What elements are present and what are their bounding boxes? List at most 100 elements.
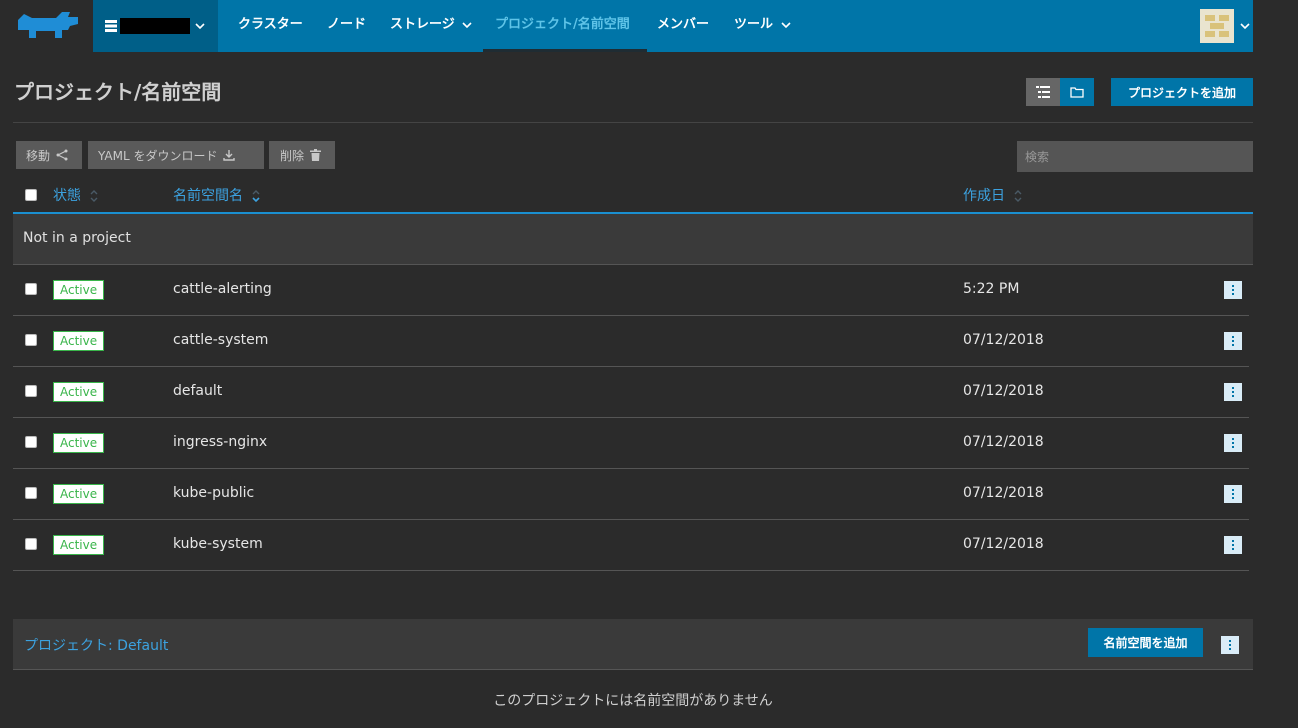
table-row: Active cattle-system 07/12/2018 (13, 316, 1249, 367)
namespace-name[interactable]: kube-system (173, 536, 263, 552)
row-checkbox[interactable] (25, 385, 37, 397)
row-checkbox[interactable] (25, 487, 37, 499)
project-actions-button[interactable] (1221, 636, 1239, 654)
table-row: Active default 07/12/2018 (13, 367, 1249, 418)
row-actions-button[interactable] (1224, 383, 1242, 401)
project-link-default[interactable]: プロジェクト: Default (24, 635, 168, 655)
namespace-name[interactable]: cattle-system (173, 332, 268, 348)
nav-clusters[interactable]: クラスター (238, 0, 303, 52)
table-row: Active kube-system 07/12/2018 (13, 520, 1249, 571)
empty-message: このプロジェクトには名前空間がありません (493, 693, 773, 709)
avatar (1200, 9, 1234, 43)
server-icon (105, 20, 117, 32)
kebab-icon (1232, 284, 1234, 296)
divider (13, 122, 1253, 123)
select-all-checkbox[interactable] (25, 189, 37, 201)
search-input[interactable] (1017, 141, 1253, 172)
status-badge: Active (53, 535, 105, 555)
add-project-button[interactable]: プロジェクトを追加 (1111, 78, 1253, 106)
column-created-label: 作成日 (963, 188, 1005, 204)
view-toggle (1026, 78, 1094, 106)
row-actions-button[interactable] (1224, 485, 1242, 503)
created-date: 07/12/2018 (963, 485, 1044, 501)
delete-label: 削除 (280, 148, 305, 163)
group-row-no-project: Not in a project (13, 214, 1253, 265)
nav-projects-label: プロジェクト/名前空間 (495, 17, 630, 32)
main-nav: クラスター ノード ストレージ プロジェクト/名前空間 メンバー ツール (93, 0, 1253, 52)
column-header-name[interactable]: 名前空間名 (173, 185, 261, 205)
rancher-logo-icon[interactable] (12, 8, 82, 44)
nav-members[interactable]: メンバー (657, 0, 709, 52)
trash-icon (310, 149, 322, 161)
chevron-down-icon (1240, 23, 1250, 30)
kebab-icon (1232, 539, 1234, 551)
column-state-label: 状態 (53, 188, 81, 204)
move-label: 移動 (26, 148, 51, 163)
sort-icon (1014, 190, 1022, 202)
nav-storage-label: ストレージ (390, 17, 455, 32)
nav-projects-namespaces[interactable]: プロジェクト/名前空間 (483, 0, 647, 52)
row-actions-button[interactable] (1224, 434, 1242, 452)
namespace-name[interactable]: kube-public (173, 485, 254, 501)
download-icon (223, 150, 236, 161)
column-header-state[interactable]: 状態 (53, 185, 99, 205)
row-actions-button[interactable] (1224, 332, 1242, 350)
delete-button[interactable]: 削除 (269, 141, 335, 169)
column-name-label: 名前空間名 (173, 188, 243, 204)
cluster-name-redacted (120, 18, 190, 34)
top-header: クラスター ノード ストレージ プロジェクト/名前空間 メンバー ツール (0, 0, 1253, 52)
row-checkbox[interactable] (25, 538, 37, 550)
project-group-row: プロジェクト: Default 名前空間を追加 (13, 619, 1253, 670)
created-date: 5:22 PM (963, 281, 1020, 297)
kebab-icon (1232, 437, 1234, 449)
nav-tools[interactable]: ツール (734, 0, 791, 52)
namespace-name[interactable]: ingress-nginx (173, 434, 267, 450)
table-row: Active ingress-nginx 07/12/2018 (13, 418, 1249, 469)
namespace-name[interactable]: cattle-alerting (173, 281, 272, 297)
cluster-selector[interactable] (93, 0, 218, 52)
kebab-icon (1229, 639, 1231, 651)
list-view-button[interactable] (1026, 78, 1060, 106)
table-row: Active kube-public 07/12/2018 (13, 469, 1249, 520)
row-checkbox[interactable] (25, 334, 37, 346)
created-date: 07/12/2018 (963, 332, 1044, 348)
status-badge: Active (53, 433, 105, 453)
page-title: プロジェクト/名前空間 (14, 80, 222, 104)
status-badge: Active (53, 280, 105, 300)
folder-view-button[interactable] (1060, 78, 1094, 106)
created-date: 07/12/2018 (963, 383, 1044, 399)
status-badge: Active (53, 331, 105, 351)
chevron-down-icon (780, 21, 791, 28)
nav-nodes[interactable]: ノード (327, 0, 366, 52)
nav-clusters-label: クラスター (238, 17, 303, 32)
status-badge: Active (53, 484, 105, 504)
list-icon (1036, 86, 1050, 98)
namespace-name[interactable]: default (173, 383, 222, 399)
row-actions-button[interactable] (1224, 281, 1242, 299)
kebab-icon (1232, 488, 1234, 500)
nav-members-label: メンバー (657, 17, 710, 32)
column-header-created[interactable]: 作成日 (963, 185, 1023, 205)
folder-icon (1070, 87, 1084, 98)
kebab-icon (1232, 335, 1234, 347)
sort-icon (90, 190, 98, 202)
table-header: 状態 名前空間名 作成日 (13, 178, 1253, 214)
created-date: 07/12/2018 (963, 434, 1044, 450)
row-actions-button[interactable] (1224, 536, 1242, 554)
kebab-icon (1232, 386, 1234, 398)
nav-storage[interactable]: ストレージ (390, 0, 472, 52)
user-menu[interactable] (1190, 0, 1253, 52)
nav-tools-label: ツール (734, 17, 774, 32)
chevron-down-icon (195, 23, 205, 30)
created-date: 07/12/2018 (963, 536, 1044, 552)
chevron-down-icon (462, 21, 472, 28)
download-yaml-label: YAML をダウンロード (98, 148, 218, 163)
add-namespace-button[interactable]: 名前空間を追加 (1088, 628, 1203, 657)
sort-icon (252, 190, 261, 203)
status-badge: Active (53, 382, 105, 402)
row-checkbox[interactable] (25, 283, 37, 295)
row-checkbox[interactable] (25, 436, 37, 448)
fork-icon (56, 149, 68, 161)
download-yaml-button[interactable]: YAML をダウンロード (88, 141, 264, 169)
move-button[interactable]: 移動 (16, 141, 82, 169)
